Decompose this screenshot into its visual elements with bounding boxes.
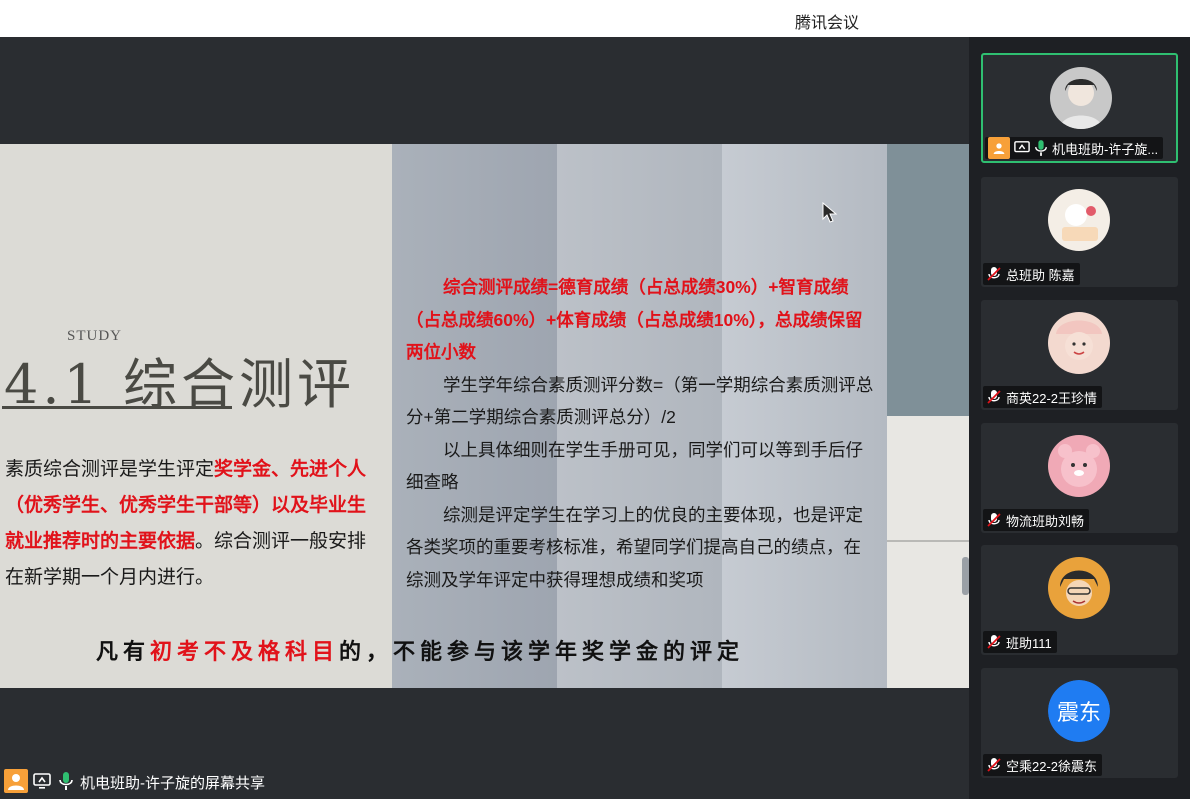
participant-tile[interactable]: 物流班助刘畅 [981,423,1178,533]
participant-tile[interactable]: 商英22-2王珍情 [981,300,1178,410]
participant-name: 机电班助-许子旋... [1052,141,1159,157]
left-text: 素质综合测评是学生评定 [5,459,215,480]
participant-tile[interactable]: 震东 空乘22-2徐震东 [981,668,1178,778]
heading-underline [2,406,232,409]
nameplate: 物流班助刘畅 [983,509,1090,531]
notice-text: 凡有初考不及格科目的，不能参与该学年奖学金的评定 [96,639,745,665]
mic-icon [1035,140,1047,156]
screen-share-icon [1014,141,1030,153]
host-avatar-icon [4,769,28,793]
meeting-window: 腾讯会议 STUDY 4.1 综合测评 素质综合测评是学生评定奖学金、先进个人（… [0,0,1190,799]
participant-name: 商英22-2王珍情 [1006,390,1098,406]
share-label: 机电班助-许子旋的屏幕共享 [80,775,265,792]
scrollbar[interactable] [962,557,969,595]
slide-panel [887,144,969,416]
shared-slide: STUDY 4.1 综合测评 素质综合测评是学生评定奖学金、先进个人（优秀学生、… [0,144,969,688]
right-paragraphs: 综合测评成绩=德育成绩（占总成绩30%）+智育成绩（占总成绩60%）+体育成绩（… [406,271,876,596]
mic-muted-icon [987,390,1001,404]
mic-muted-icon [987,635,1001,649]
left-paragraph: 素质综合测评是学生评定奖学金、先进个人（优秀学生、优秀学生干部等）以及毕业生就业… [5,452,375,596]
participant-tile[interactable]: 班助111 [981,545,1178,655]
nameplate: 班助111 [983,631,1057,653]
nameplate: 空乘22-2徐震东 [983,754,1103,776]
avatar: 震东 [1048,680,1110,742]
importance-text: 综测是评定学生在学习上的优良的主要体现，也是评定各类奖项的重要考核标准，希望同学… [406,504,863,590]
mic-muted-icon [987,267,1001,281]
mic-muted-icon [987,758,1001,772]
handbook-text: 以上具体细则在学生手册可见，同学们可以等到手后仔细查略 [406,439,863,493]
participant-name: 总班助 陈嘉 [1006,267,1075,283]
avatar [1050,67,1112,129]
participant-name: 物流班助刘畅 [1006,513,1085,529]
screen-share-icon [33,773,51,789]
participant-tile[interactable]: 机电班助-许子旋... [981,53,1178,163]
participant-tile[interactable]: 总班助 陈嘉 [981,177,1178,287]
title-bar: 腾讯会议 [0,0,1190,37]
app-title: 腾讯会议 [795,15,860,32]
participant-list: 机电班助-许子旋... 总班助 陈嘉 商英22-2王珍情 物流班助刘畅 班助11… [969,37,1190,799]
mic-muted-icon [987,513,1001,527]
mic-icon [59,772,73,790]
participant-name: 班助111 [1006,635,1052,651]
slide-panel [887,416,969,688]
nameplate: 商英22-2王珍情 [983,386,1103,408]
avatar-text: 震东 [1048,680,1110,742]
avatar [1048,557,1110,619]
annual-score-text: 学生学年综合素质测评分数=（第一学期综合素质测评总分+第二学期综合素质测评总分）… [406,374,874,428]
avatar [1048,189,1110,251]
share-status-bar[interactable]: 机电班助-许子旋的屏幕共享 [0,767,298,797]
formula-text: 综合测评成绩=德育成绩（占总成绩30%）+智育成绩（占总成绩60%）+体育成绩（… [406,277,863,362]
participant-name: 空乘22-2徐震东 [1006,758,1098,774]
host-icon [988,137,1010,159]
avatar [1048,312,1110,374]
nameplate: 总班助 陈嘉 [983,263,1080,285]
divider [887,540,969,542]
mouse-cursor-icon [822,202,838,223]
avatar [1048,435,1110,497]
nameplate: 机电班助-许子旋... [985,137,1164,159]
